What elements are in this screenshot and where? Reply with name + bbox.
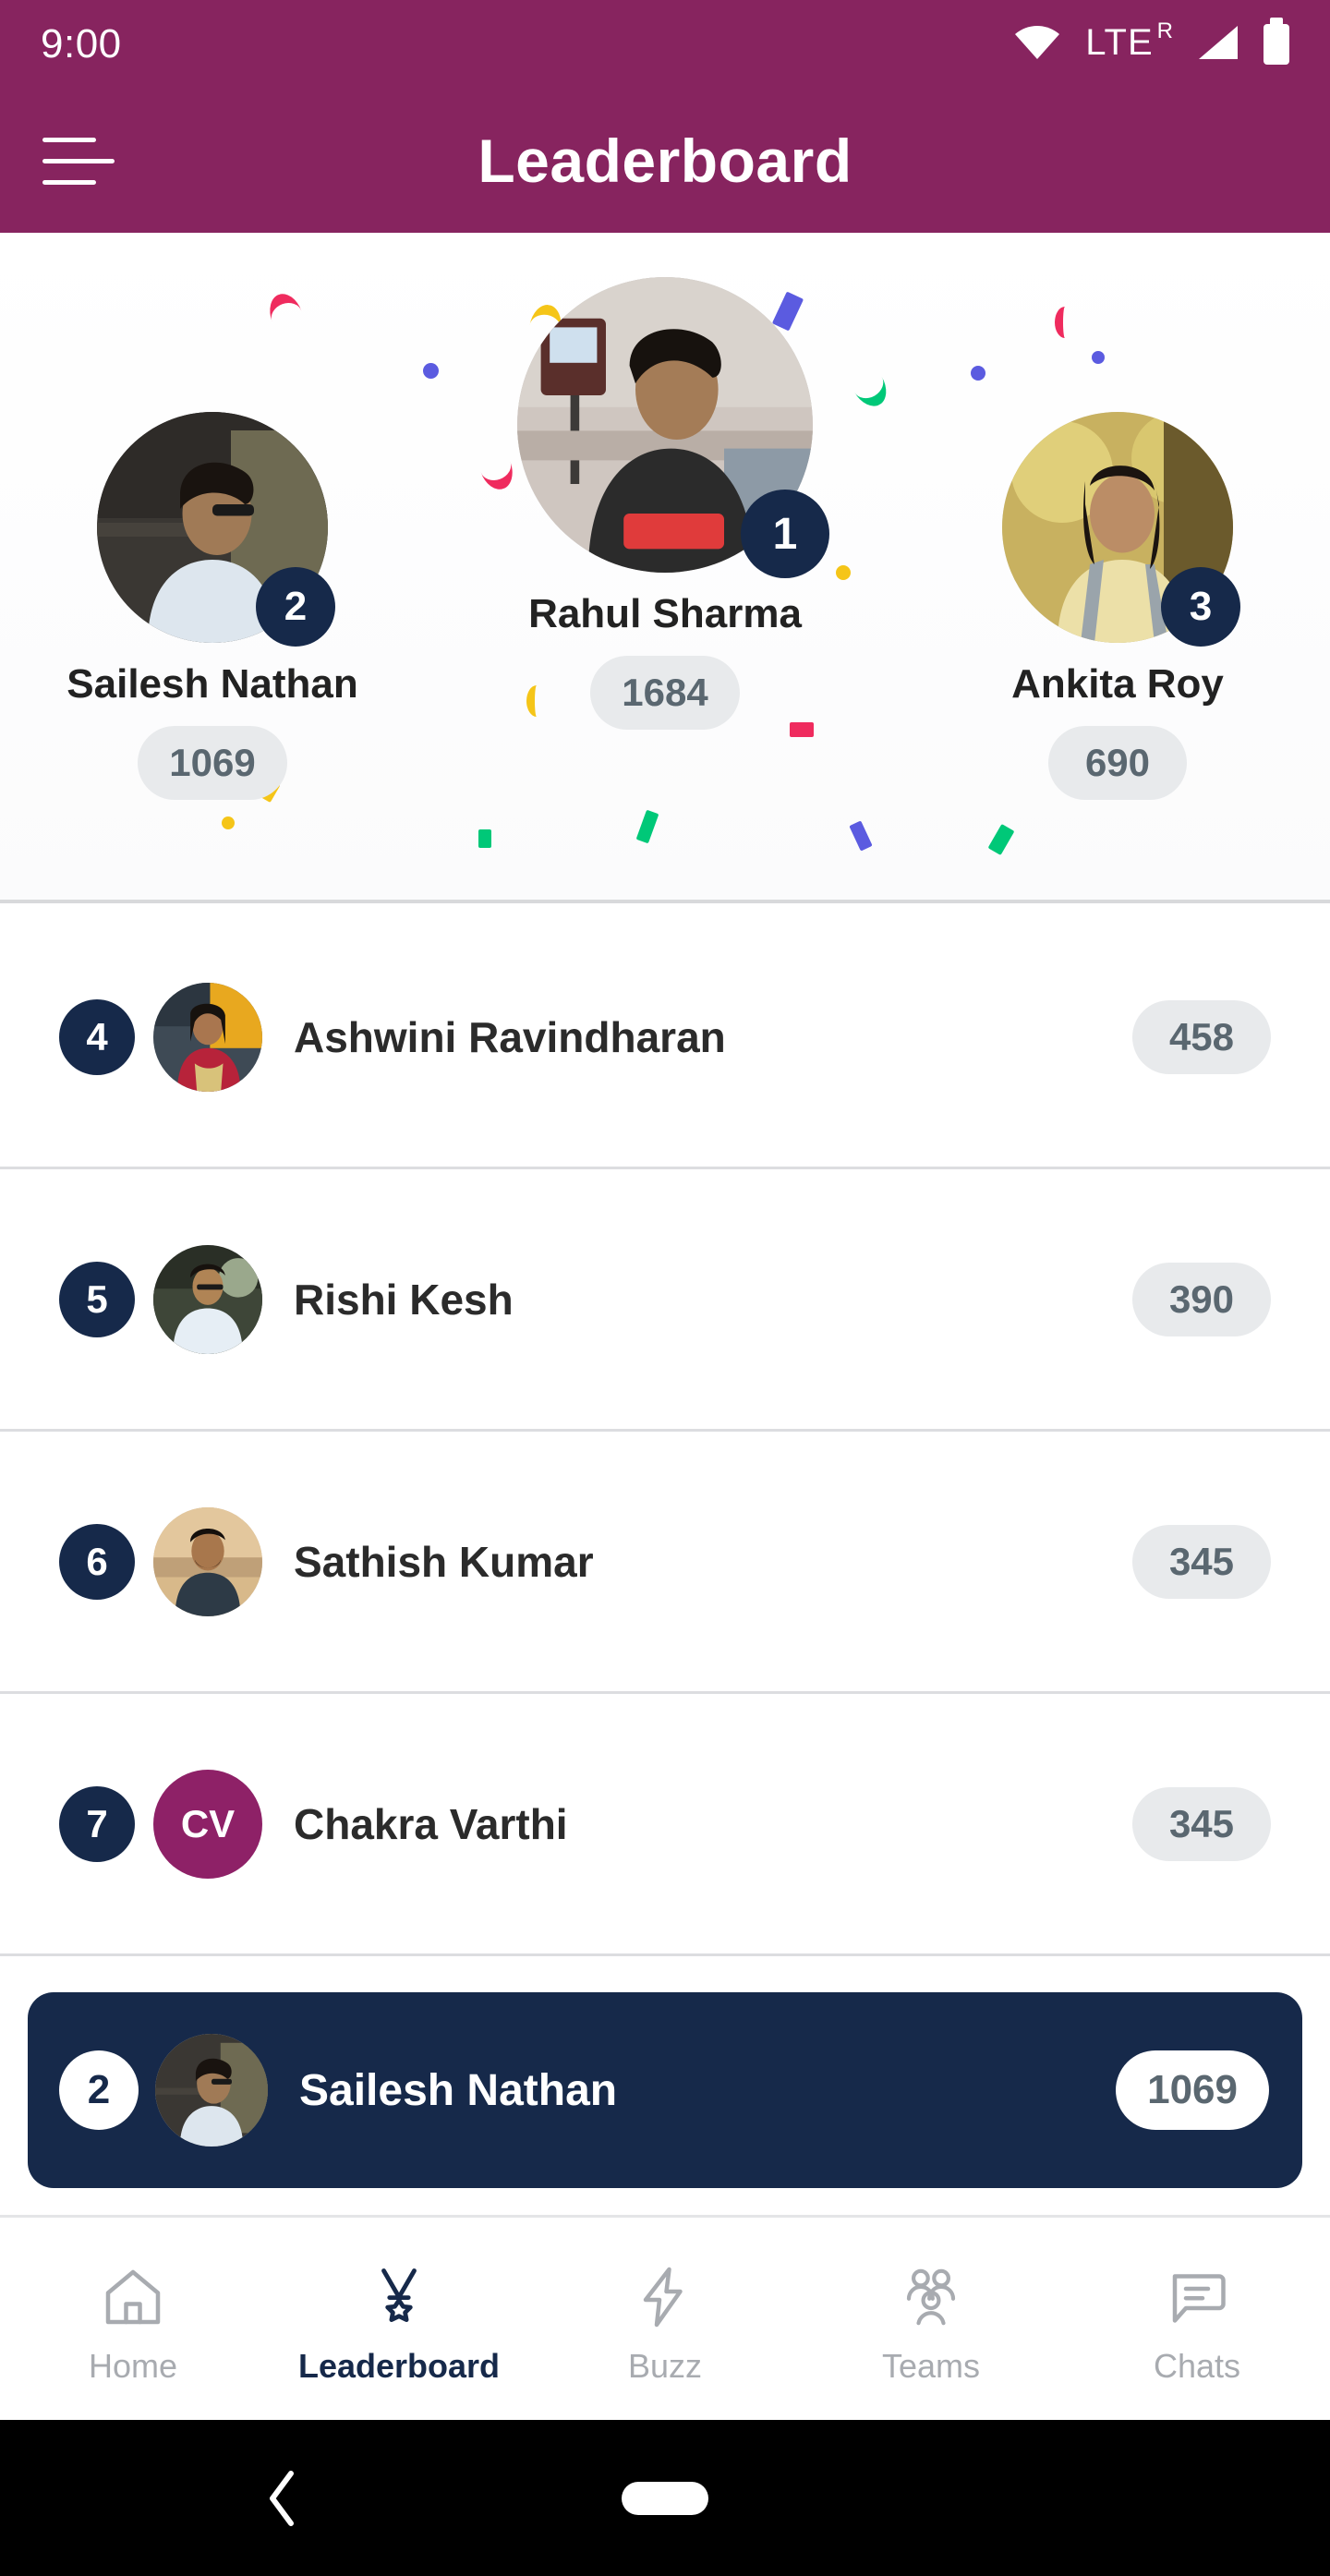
podium-name: Rahul Sharma (528, 591, 802, 636)
leaderboard-list: 4 Ashwini Ravindharan 458 5 Rishi Kesh 390 6 Sa… (0, 907, 1330, 1956)
confetti-rect (478, 829, 491, 848)
roaming-label: R (1156, 18, 1173, 43)
row-name: Chakra Varthi (294, 1799, 568, 1848)
nav-item-chats[interactable]: Chats (1072, 2262, 1322, 2386)
podium-place-2[interactable]: 2 Sailesh Nathan 1069 (0, 412, 425, 800)
lte-label: LTE (1085, 22, 1154, 63)
avatar-initials: CV (153, 1769, 262, 1879)
menu-line (42, 179, 96, 185)
app-bar: Leaderboard (0, 89, 1330, 233)
menu-line (42, 158, 115, 163)
table-row[interactable]: 4 Ashwini Ravindharan 458 (0, 907, 1330, 1169)
row-name: Ashwini Ravindharan (294, 1012, 726, 1061)
rank-badge: 1 (741, 490, 829, 578)
table-row[interactable]: 5 Rishi Kesh 390 (0, 1169, 1330, 1432)
row-score: 390 (1132, 1262, 1271, 1336)
row-avatar (153, 982, 262, 1092)
nav-label: Leaderboard (297, 2346, 501, 2385)
confetti-dot (971, 366, 985, 381)
nav-label: Buzz (627, 2346, 703, 2385)
row-score: 345 (1132, 1524, 1271, 1599)
home-icon (98, 2262, 168, 2332)
confetti-rect (987, 824, 1015, 855)
nav-label: Teams (881, 2346, 981, 2385)
podium-score: 1684 (590, 656, 740, 730)
confetti-dot (423, 363, 439, 379)
row-score: 458 (1132, 999, 1271, 1074)
row-score: 345 (1132, 1786, 1271, 1861)
row-rank-badge: 6 (59, 1523, 135, 1600)
menu-line (42, 137, 96, 142)
podium-place-3[interactable]: 3 Ankita Roy 690 (905, 412, 1330, 800)
table-row[interactable]: 7 CV Chakra Varthi 345 (0, 1694, 1330, 1956)
nav-item-teams[interactable]: Teams (806, 2262, 1056, 2386)
medal-icon (364, 2262, 434, 2332)
row-name: Rishi Kesh (294, 1275, 514, 1324)
self-rank-badge: 2 (59, 2050, 139, 2130)
confetti-rect (849, 820, 873, 852)
table-row[interactable]: 6 Sathish Kumar 345 (0, 1432, 1330, 1694)
podium-name: Ankita Roy (1011, 661, 1224, 707)
nav-item-leaderboard[interactable]: Leaderboard (274, 2262, 524, 2386)
signal-icon (1197, 24, 1239, 61)
row-avatar: CV (153, 1769, 262, 1879)
status-time: 9:00 (41, 21, 122, 67)
home-pill-icon[interactable] (622, 2481, 708, 2515)
row-avatar (153, 1506, 262, 1616)
self-score: 1069 (1116, 2050, 1269, 2130)
confetti-s (1055, 307, 1075, 338)
status-icons: LTE R (1013, 18, 1289, 65)
hamburger-menu-icon[interactable] (42, 121, 122, 200)
self-avatar (155, 2034, 268, 2147)
lte-indicator: LTE R (1085, 20, 1173, 63)
back-chevron-icon[interactable] (263, 2470, 300, 2527)
row-rank-badge: 7 (59, 1785, 135, 1862)
self-rank-card[interactable]: 2 Sailesh Nathan 1069 (28, 1992, 1302, 2188)
nav-item-buzz[interactable]: Buzz (540, 2262, 790, 2386)
wifi-icon (1013, 24, 1061, 61)
row-avatar (153, 1244, 262, 1354)
status-bar: 9:00 LTE R (0, 0, 1330, 89)
page-title: Leaderboard (478, 127, 852, 195)
self-rank-card-wrap: 2 Sailesh Nathan 1069 (0, 1969, 1330, 2211)
row-rank-badge: 5 (59, 1261, 135, 1337)
rank-badge: 3 (1161, 567, 1240, 647)
phone-screen: 9:00 LTE R Leaderboard 2 Sailesh Nathan … (0, 0, 1330, 2576)
avatar-wrap: 2 (97, 412, 335, 647)
android-navigation-bar (0, 2420, 1330, 2576)
podium-score: 1069 (138, 726, 287, 800)
confetti-squiggle (852, 372, 894, 413)
chat-bubble-icon (1162, 2262, 1232, 2332)
nav-label: Chats (1153, 2346, 1241, 2385)
podium-section: 2 Sailesh Nathan 1069 1 Rahul Sharma 168… (0, 233, 1330, 903)
avatar-wrap: 1 (517, 277, 829, 578)
nav-label: Home (88, 2346, 178, 2385)
lightning-icon (630, 2262, 700, 2332)
bottom-navigation: Home Leaderboard Buzz Teams Chats (0, 2215, 1330, 2420)
rank-badge: 2 (256, 567, 335, 647)
self-name: Sailesh Nathan (299, 2065, 618, 2115)
people-icon (896, 2262, 966, 2332)
podium-place-1[interactable]: 1 Rahul Sharma 1684 (480, 277, 850, 730)
row-name: Sathish Kumar (294, 1537, 594, 1586)
avatar-wrap: 3 (1002, 412, 1240, 647)
confetti-dot (222, 816, 235, 829)
podium-score: 690 (1048, 726, 1187, 800)
confetti-squiggle (263, 289, 304, 326)
nav-item-home[interactable]: Home (8, 2262, 258, 2386)
row-rank-badge: 4 (59, 998, 135, 1075)
confetti-dot (1092, 351, 1105, 364)
confetti-rect (635, 809, 659, 844)
battery-icon (1264, 18, 1289, 65)
podium-name: Sailesh Nathan (66, 661, 358, 707)
